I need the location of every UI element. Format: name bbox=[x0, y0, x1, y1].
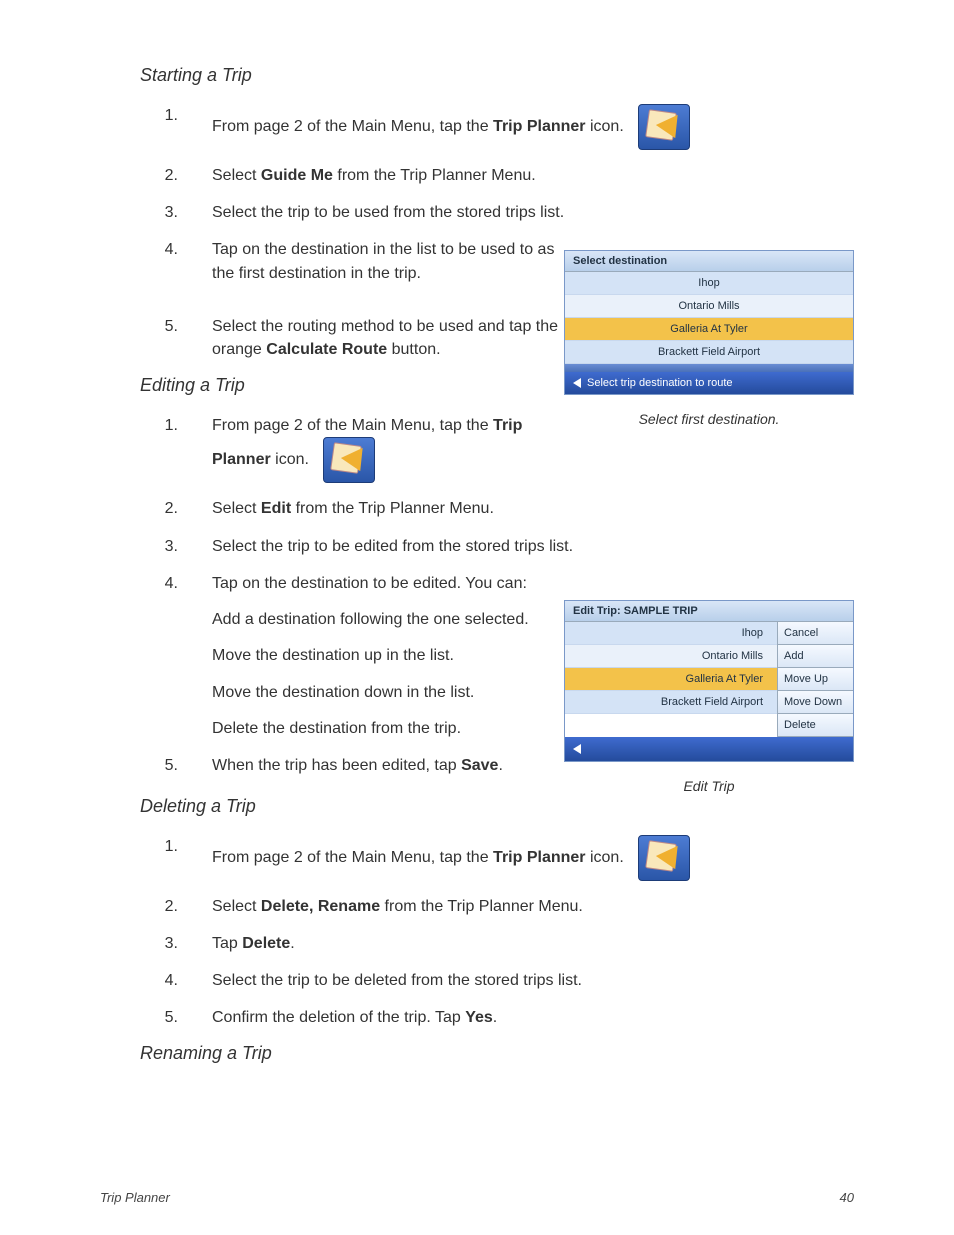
text: icon. bbox=[586, 849, 624, 866]
step-number: 4. bbox=[140, 572, 212, 595]
step-text: From page 2 of the Main Menu, tap the Tr… bbox=[212, 835, 854, 881]
shot-header: Select destination bbox=[565, 251, 853, 272]
list-item-selected[interactable]: Galleria At Tyler bbox=[565, 668, 777, 691]
text: . bbox=[493, 1009, 497, 1026]
step-number: 5. bbox=[140, 754, 212, 777]
text: button. bbox=[387, 341, 440, 358]
step-text: Select Delete, Rename from the Trip Plan… bbox=[212, 895, 854, 918]
bold: Delete, Rename bbox=[261, 898, 380, 915]
step-number: 1. bbox=[140, 414, 212, 437]
spacer bbox=[565, 364, 853, 372]
step-number: 3. bbox=[140, 932, 212, 955]
footer-text: Select trip destination to route bbox=[587, 377, 733, 389]
list-item[interactable]: Ontario Mills bbox=[565, 645, 777, 668]
text: Confirm the deletion of the trip. Tap bbox=[212, 1009, 465, 1026]
back-arrow-icon[interactable] bbox=[573, 744, 581, 754]
text: from the Trip Planner Menu. bbox=[333, 167, 536, 184]
step-number: 5. bbox=[140, 1006, 212, 1029]
substep: Add a destination following the one sele… bbox=[212, 609, 532, 631]
step-number: 5. bbox=[140, 315, 212, 338]
cancel-button[interactable]: Cancel bbox=[778, 622, 853, 645]
bold: Trip Planner bbox=[493, 849, 585, 866]
text: From page 2 of the Main Menu, tap the bbox=[212, 849, 493, 866]
list-item[interactable]: Ihop bbox=[565, 272, 853, 295]
heading-renaming: Renaming a Trip bbox=[140, 1043, 854, 1064]
step-text: From page 2 of the Main Menu, tap the Tr… bbox=[212, 414, 562, 483]
list-item[interactable]: Brackett Field Airport bbox=[565, 691, 777, 714]
text: From page 2 of the Main Menu, tap the bbox=[212, 118, 493, 135]
text: Select bbox=[212, 167, 261, 184]
caption: Edit Trip bbox=[564, 778, 854, 794]
step-number: 2. bbox=[140, 895, 212, 918]
text: from the Trip Planner Menu. bbox=[380, 898, 583, 915]
text: When the trip has been edited, tap bbox=[212, 757, 461, 774]
step-number: 2. bbox=[140, 497, 212, 520]
screenshot-edit-trip: Edit Trip: SAMPLE TRIP Ihop Ontario Mill… bbox=[564, 600, 854, 794]
step-text: Tap on the destination in the list to be… bbox=[212, 238, 562, 284]
heading-starting: Starting a Trip bbox=[140, 65, 854, 86]
step-number: 4. bbox=[140, 238, 212, 261]
step-number: 3. bbox=[140, 201, 212, 224]
shot-footer[interactable] bbox=[565, 737, 853, 761]
footer-page-number: 40 bbox=[840, 1190, 854, 1205]
step-text: Select the trip to be deleted from the s… bbox=[212, 969, 854, 992]
back-arrow-icon[interactable] bbox=[573, 378, 581, 388]
list-item[interactable]: Brackett Field Airport bbox=[565, 341, 853, 364]
step-number: 1. bbox=[140, 835, 212, 858]
move-down-button[interactable]: Move Down bbox=[778, 691, 853, 714]
step-text: Tap Delete. bbox=[212, 932, 854, 955]
text: Tap bbox=[212, 935, 242, 952]
add-button[interactable]: Add bbox=[778, 645, 853, 668]
text: . bbox=[290, 935, 294, 952]
move-up-button[interactable]: Move Up bbox=[778, 668, 853, 691]
step-number: 2. bbox=[140, 164, 212, 187]
screenshot-select-destination: Select destination Ihop Ontario Mills Ga… bbox=[564, 250, 854, 427]
trip-planner-icon bbox=[638, 104, 690, 150]
bold: Delete bbox=[242, 935, 290, 952]
list-item[interactable]: Ontario Mills bbox=[565, 295, 853, 318]
step-number: 1. bbox=[140, 104, 212, 127]
step-text: Select the trip to be used from the stor… bbox=[212, 201, 854, 224]
step-text: Select Guide Me from the Trip Planner Me… bbox=[212, 164, 854, 187]
bold: Trip Planner bbox=[493, 118, 585, 135]
trip-planner-icon bbox=[638, 835, 690, 881]
bold: Calculate Route bbox=[266, 341, 387, 358]
step-text: From page 2 of the Main Menu, tap the Tr… bbox=[212, 104, 854, 150]
text: from the Trip Planner Menu. bbox=[291, 500, 494, 517]
step-text: Confirm the deletion of the trip. Tap Ye… bbox=[212, 1006, 854, 1029]
caption: Select first destination. bbox=[564, 411, 854, 427]
trip-planner-icon bbox=[323, 437, 375, 483]
text: From page 2 of the Main Menu, tap the bbox=[212, 417, 493, 434]
bold: Save bbox=[461, 757, 498, 774]
heading-deleting: Deleting a Trip bbox=[140, 796, 854, 817]
shot-header: Edit Trip: SAMPLE TRIP bbox=[565, 601, 853, 622]
step-text: Select the trip to be edited from the st… bbox=[212, 535, 854, 558]
shot-footer[interactable]: Select trip destination to route bbox=[565, 372, 853, 394]
text: . bbox=[498, 757, 502, 774]
footer-left: Trip Planner bbox=[100, 1190, 170, 1205]
text: icon. bbox=[271, 452, 309, 469]
text: Select bbox=[212, 898, 261, 915]
bold: Edit bbox=[261, 500, 291, 517]
list-item[interactable]: Ihop bbox=[565, 622, 777, 645]
delete-button[interactable]: Delete bbox=[778, 714, 853, 737]
text: Select bbox=[212, 500, 261, 517]
list-item-selected[interactable]: Galleria At Tyler bbox=[565, 318, 853, 341]
step-number: 4. bbox=[140, 969, 212, 992]
step-number: 3. bbox=[140, 535, 212, 558]
bold: Guide Me bbox=[261, 167, 333, 184]
step-text: Tap on the destination to be edited. You… bbox=[212, 572, 572, 595]
bold: Yes bbox=[465, 1009, 493, 1026]
step-text: Select the routing method to be used and… bbox=[212, 315, 562, 361]
step-text: Select Edit from the Trip Planner Menu. bbox=[212, 497, 854, 520]
text: icon. bbox=[586, 118, 624, 135]
